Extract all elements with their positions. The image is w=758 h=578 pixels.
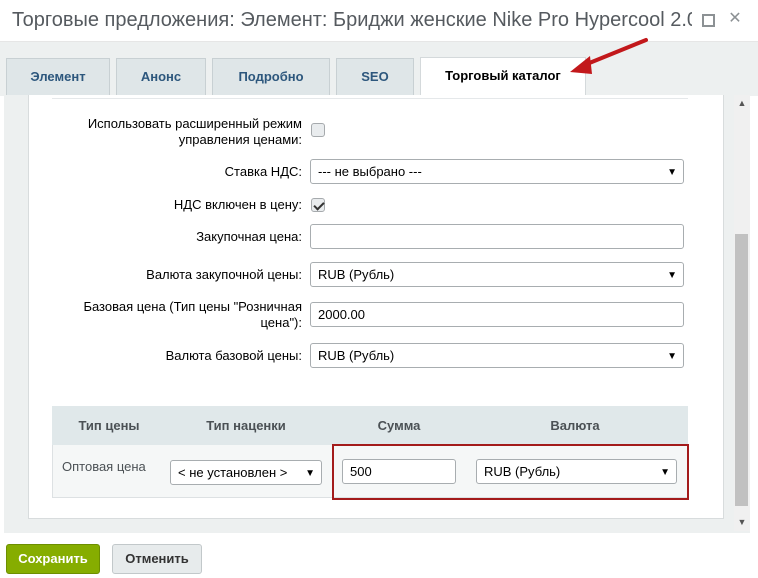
header-currency: Валюта: [550, 418, 600, 433]
chevron-down-icon: ▼: [667, 270, 677, 281]
vat-rate-select[interactable]: --- не выбрано --- ▼: [310, 159, 684, 184]
purchase-currency-select[interactable]: RUB (Рубль) ▼: [310, 262, 684, 287]
highlight-box: [332, 444, 689, 500]
chevron-down-icon: ▼: [667, 351, 677, 362]
tab-element[interactable]: Элемент: [6, 58, 110, 95]
maximize-icon[interactable]: [698, 10, 716, 28]
row-price-type: Оптовая цена: [62, 459, 146, 474]
tab-seo[interactable]: SEO: [336, 58, 414, 95]
annotation-arrow-icon: [570, 38, 648, 74]
base-currency-label: Валюта базовой цены:: [165, 348, 302, 363]
vat-included-checkbox[interactable]: [311, 198, 325, 212]
chevron-down-icon: ▼: [305, 468, 315, 479]
header-markup-type: Тип наценки: [206, 418, 286, 433]
markup-type-value: < не установлен >: [178, 465, 288, 480]
base-price-label: Базовая цена (Тип цены "Розничная цена")…: [83, 299, 302, 330]
divider: [52, 98, 688, 99]
extended-price-label: Использовать расширенный режим управлени…: [87, 116, 302, 147]
purchase-currency-label: Валюта закупочной цены:: [146, 267, 302, 282]
purchase-price-input[interactable]: [310, 224, 684, 249]
window-title: Торговые предложения: Элемент: Бриджи же…: [12, 9, 692, 31]
scroll-down-icon[interactable]: ▼: [734, 515, 750, 529]
scrollbar-thumb[interactable]: [735, 234, 748, 506]
close-icon[interactable]: ✕: [726, 10, 744, 28]
scroll-up-icon[interactable]: ▲: [734, 96, 750, 110]
base-price-input[interactable]: 2000.00: [310, 302, 684, 327]
extended-price-checkbox[interactable]: [311, 123, 325, 137]
purchase-price-label: Закупочная цена:: [196, 229, 302, 244]
purchase-currency-value: RUB (Рубль): [318, 267, 395, 282]
markup-type-select[interactable]: < не установлен > ▼: [170, 460, 322, 485]
save-button[interactable]: Сохранить: [6, 544, 100, 574]
vat-rate-value: --- не выбрано ---: [318, 164, 422, 179]
base-currency-select[interactable]: RUB (Рубль) ▼: [310, 343, 684, 368]
header-amount: Сумма: [377, 418, 421, 433]
base-currency-value: RUB (Рубль): [318, 348, 395, 363]
header-price-type: Тип цены: [78, 418, 140, 433]
chevron-down-icon: ▼: [667, 167, 677, 178]
cancel-button[interactable]: Отменить: [112, 544, 202, 574]
vat-rate-label: Ставка НДС:: [224, 164, 302, 179]
tab-details[interactable]: Подробно: [212, 58, 330, 95]
tab-announce[interactable]: Анонс: [116, 58, 206, 95]
vat-included-label: НДС включен в цену:: [173, 197, 302, 212]
